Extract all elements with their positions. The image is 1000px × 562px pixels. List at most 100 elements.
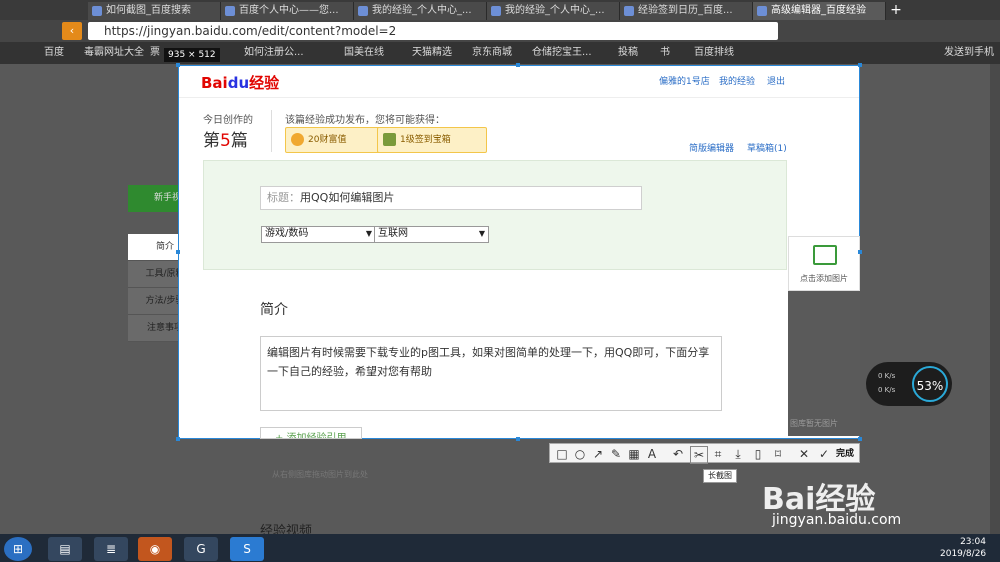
text-icon[interactable]: A	[644, 446, 660, 462]
add-image-button[interactable]: 点击添加图片	[788, 236, 860, 291]
dropdown-arrow-icon: ▼	[478, 229, 485, 238]
bookmark-item[interactable]: 投稿	[618, 46, 638, 60]
app-s-icon[interactable]: S	[230, 537, 264, 561]
clock-date: 2019/8/26	[940, 549, 987, 559]
intro-heading: 简介	[260, 302, 288, 318]
resize-handle[interactable]	[858, 250, 862, 254]
title-field[interactable]: 标题：用QQ如何编辑图片	[260, 186, 642, 210]
bookmarks-bar: 百度 毒霸网址大全 票 如何注册公... 国美在线 天猫精选 京东商城 仓储挖宝…	[0, 42, 1000, 64]
done-button[interactable]: 完成	[836, 446, 854, 459]
long-screenshot-icon[interactable]: ✂	[690, 446, 708, 464]
arrow-icon[interactable]: ↗	[590, 446, 606, 462]
favicon-icon	[757, 6, 767, 16]
phone-icon[interactable]: ▯	[750, 446, 766, 462]
screenshot-toolbar: □ ○ ↗ ✎ ▦ A ↶ ✂ ⌗ ⤓ ▯ ⌑ ✕ ✓	[549, 443, 860, 464]
taskview-icon[interactable]: ≣	[94, 537, 128, 561]
bookmark-item[interactable]: 百度	[44, 46, 64, 60]
chest-badge: 1级签到宝箱	[377, 127, 487, 153]
favicon-icon	[624, 6, 634, 16]
drag-note: 从右侧图库拖动图片到此处	[272, 470, 368, 479]
logo-bai: Bai	[201, 74, 228, 92]
logo-du: du	[227, 74, 250, 92]
ellipse-icon[interactable]: ○	[572, 446, 588, 462]
bookmark-item[interactable]: 票	[150, 46, 160, 60]
bookmark-item[interactable]: 国美在线	[344, 46, 384, 60]
tab-label: 百度个人中心——您...	[239, 5, 339, 16]
intro-textarea[interactable]: 编辑图片有时候需要下载专业的p图工具，如果对图简单的处理一下，用QQ即可，下面分…	[260, 336, 722, 411]
tab-label: 如何截图_百度搜索	[106, 5, 191, 16]
count-number: 5	[220, 131, 231, 151]
logout-link[interactable]: 退出	[767, 74, 785, 87]
new-tab-button[interactable]: +	[888, 2, 904, 18]
tab-label: 我的经验_个人中心_...	[372, 5, 472, 16]
my-experience-link[interactable]: 我的经验	[719, 74, 755, 87]
start-button[interactable]: ⊞	[4, 537, 32, 561]
ocr-icon[interactable]: ⌗	[710, 446, 726, 462]
url-input[interactable]: https://jingyan.baidu.com/edit/content?m…	[88, 22, 778, 40]
favicon-icon	[225, 6, 235, 16]
pen-icon[interactable]: ✎	[608, 446, 624, 462]
title-section	[203, 160, 787, 270]
undo-icon[interactable]: ↶	[670, 446, 686, 462]
category-select-2[interactable]: 互联网 ▼	[374, 226, 489, 243]
resize-handle[interactable]	[176, 250, 180, 254]
no-image-text: 图库暂无图片	[790, 419, 838, 428]
category-select-1[interactable]: 游戏/数码 ▼	[261, 226, 376, 243]
today-count: 第5篇	[203, 126, 248, 151]
back-icon[interactable]: ‹	[62, 22, 82, 40]
baidu-jingyan-logo[interactable]: Baidu经验	[201, 72, 279, 93]
select-value: 互联网	[378, 228, 408, 239]
divider	[271, 110, 272, 152]
browser-icon[interactable]: ◉	[138, 537, 172, 561]
user-link[interactable]: 偏雅的1号店	[659, 74, 710, 87]
tab-5[interactable]: 高级编辑器_百度经验	[753, 2, 886, 20]
resize-handle[interactable]	[858, 437, 862, 441]
bookmark-item[interactable]: 如何注册公...	[244, 46, 304, 60]
bookmark-item[interactable]: 京东商城	[472, 46, 512, 60]
download-icon[interactable]: ⤓	[730, 446, 746, 462]
tab-2[interactable]: 我的经验_个人中心_...	[354, 2, 487, 20]
badge-label: 20财富值	[308, 135, 347, 145]
explorer-icon[interactable]: ▤	[48, 537, 82, 561]
resize-handle[interactable]	[176, 437, 180, 441]
resize-handle[interactable]	[176, 63, 180, 67]
drafts-link[interactable]: 草稿箱(1)	[747, 141, 787, 154]
resize-handle[interactable]	[516, 437, 520, 441]
add-reference-button[interactable]: + 添加经验引用	[260, 427, 362, 439]
badge-label: 1级签到宝箱	[400, 135, 451, 145]
count-suffix: 篇	[230, 131, 248, 151]
bookmark-item[interactable]: 百度排线	[694, 46, 734, 60]
tab-1[interactable]: 百度个人中心——您...	[221, 2, 354, 20]
pin-icon[interactable]: ⌑	[770, 446, 786, 462]
coin-icon	[291, 133, 304, 146]
select-value: 游戏/数码	[265, 228, 309, 239]
tab-4[interactable]: 经验签到日历_百度...	[620, 2, 753, 20]
app-g-icon[interactable]: G	[184, 537, 218, 561]
image-icon	[813, 245, 837, 265]
resize-handle[interactable]	[858, 63, 862, 67]
mosaic-icon[interactable]: ▦	[626, 446, 642, 462]
tab-label: 经验签到日历_百度...	[638, 5, 733, 16]
today-label: 今日创作的	[203, 115, 253, 126]
rectangle-icon[interactable]: □	[554, 446, 570, 462]
count-prefix: 第	[203, 131, 220, 151]
resize-handle[interactable]	[516, 63, 520, 67]
clock[interactable]: 23:04 2019/8/26	[940, 536, 986, 560]
clock-time: 23:04	[960, 537, 986, 547]
add-image-label: 点击添加图片	[800, 274, 848, 283]
tab-3[interactable]: 我的经验_个人中心_...	[487, 2, 620, 20]
classic-editor-link[interactable]: 简版编辑器	[689, 141, 734, 154]
watermark-url: jingyan.baidu.com	[772, 512, 902, 528]
network-meter[interactable]: 0 K/s 0 K/s 53%	[866, 362, 952, 406]
bookmark-item[interactable]: 发送到手机	[944, 46, 994, 60]
check-icon[interactable]: ✓	[816, 446, 832, 462]
bookmark-item[interactable]: 天猫精选	[412, 46, 452, 60]
favicon-icon	[491, 6, 501, 16]
bookmark-item[interactable]: 仓储挖宝王...	[532, 46, 592, 60]
scrollbar[interactable]	[990, 64, 1000, 534]
favicon-icon	[358, 6, 368, 16]
bookmark-item[interactable]: 书	[660, 46, 670, 60]
close-icon[interactable]: ✕	[796, 446, 812, 462]
bookmark-item[interactable]: 毒霸网址大全	[84, 46, 144, 60]
tab-0[interactable]: 如何截图_百度搜索	[88, 2, 221, 20]
